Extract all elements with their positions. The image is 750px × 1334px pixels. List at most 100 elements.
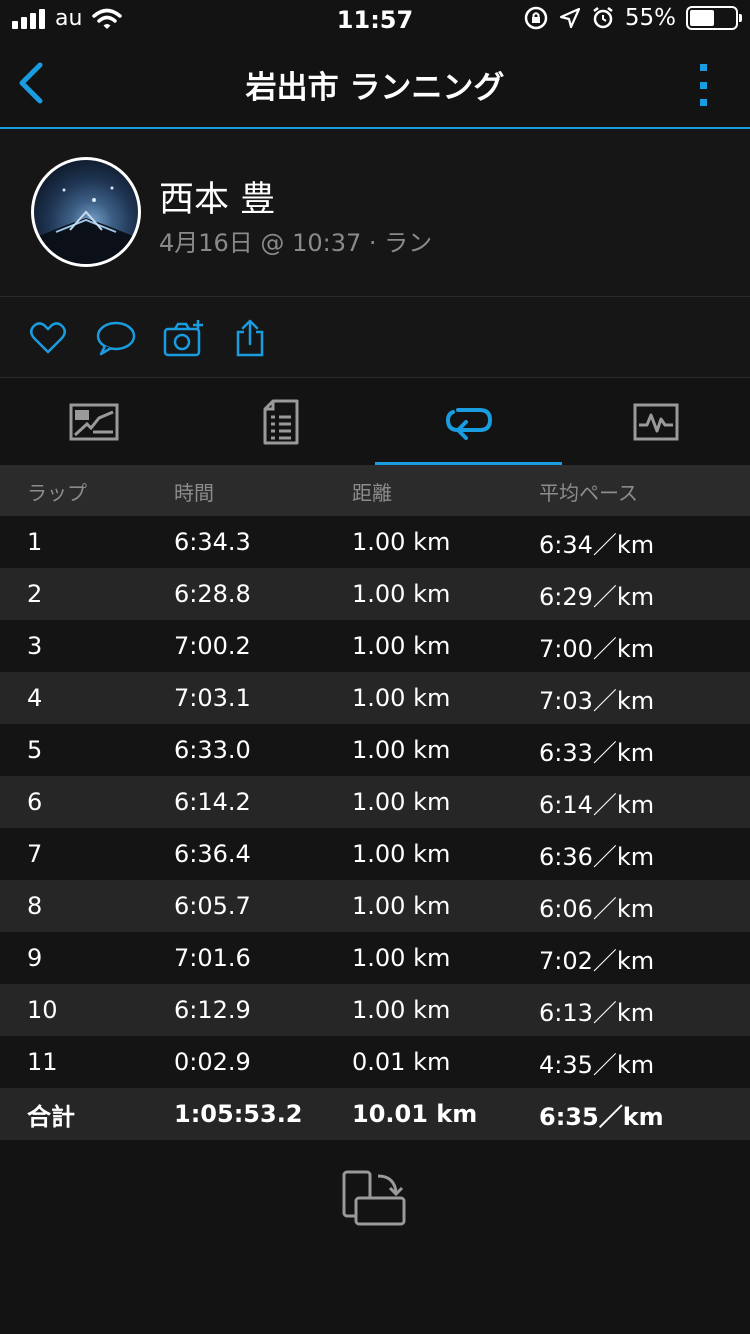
column-header-pace: 平均ペース <box>539 480 638 505</box>
lap-distance: 1.00 km <box>352 580 451 608</box>
table-row: 11 0:02.9 0.01 km 4:35／km <box>0 1036 750 1088</box>
more-dot-icon <box>699 99 707 106</box>
lap-distance: 1.00 km <box>352 944 451 972</box>
lap-pace: 6:29／km <box>539 582 655 611</box>
battery-icon <box>686 6 742 30</box>
lap-time: 6:34.3 <box>174 528 251 556</box>
activity-profile: 西本 豊 4月16日 @ 10:37 · ラン <box>0 129 750 297</box>
lap-pace: 6:14／km <box>539 790 655 819</box>
lap-distance: 1.00 km <box>352 684 451 712</box>
lap-time: 6:33.0 <box>174 736 251 764</box>
lap-number: 4 <box>27 684 43 712</box>
add-photo-button[interactable] <box>163 318 203 358</box>
lap-pace: 7:02／km <box>539 946 655 975</box>
status-bar: au 11:57 55% <box>0 0 750 40</box>
share-button[interactable] <box>230 318 270 358</box>
action-bar <box>0 298 750 378</box>
total-row: 合計 1:05:53.2 10.01 km 6:35／km <box>0 1088 750 1140</box>
lap-pace: 6:06／km <box>539 894 655 923</box>
table-row: 3 7:00.2 1.00 km 7:00／km <box>0 620 750 672</box>
lap-time: 7:00.2 <box>174 632 251 660</box>
table-row: 2 6:28.8 1.00 km 6:29／km <box>0 568 750 620</box>
comment-button[interactable] <box>95 318 136 358</box>
activity-tabs <box>0 378 750 466</box>
carrier-label: au <box>55 6 83 31</box>
total-distance: 10.01 km <box>352 1100 478 1128</box>
lap-pace: 6:13／km <box>539 998 655 1027</box>
lap-time: 6:14.2 <box>174 788 251 816</box>
laps-table: ラップ 時間 距離 平均ペース 1 6:34.3 1.00 km 6:34／km 2 6:… <box>0 466 750 1140</box>
avatar[interactable] <box>31 157 141 267</box>
laps-icon <box>445 408 492 440</box>
lap-pace: 6:36／km <box>539 842 655 871</box>
lap-distance: 1.00 km <box>352 996 451 1024</box>
total-pace: 6:35／km <box>539 1102 664 1131</box>
lap-time: 0:02.9 <box>174 1048 251 1076</box>
lap-distance: 1.00 km <box>352 632 451 660</box>
total-label: 合計 <box>27 1102 75 1131</box>
add-photo-icon <box>163 320 203 357</box>
active-tab-indicator <box>375 462 562 465</box>
lap-time: 6:28.8 <box>174 580 251 608</box>
heart-icon <box>30 322 66 354</box>
lap-number: 7 <box>27 840 43 868</box>
battery-percent: 55% <box>624 5 676 31</box>
lap-distance: 1.00 km <box>352 528 451 556</box>
column-header-time: 時間 <box>174 480 214 505</box>
share-icon <box>236 319 264 357</box>
orientation-lock-icon <box>524 6 548 30</box>
alarm-icon <box>593 7 613 29</box>
column-header-distance: 距離 <box>352 480 392 505</box>
activity-meta: 4月16日 @ 10:37 · ラン <box>159 229 433 257</box>
details-icon <box>263 399 298 445</box>
page-title: 岩出市 ランニング <box>245 70 505 106</box>
lap-time: 6:12.9 <box>174 996 251 1024</box>
lap-number: 2 <box>27 580 43 608</box>
table-row: 1 6:34.3 1.00 km 6:34／km <box>0 516 750 568</box>
lap-pace: 7:00／km <box>539 634 655 663</box>
table-header: ラップ 時間 距離 平均ペース <box>0 466 750 516</box>
tab-details[interactable] <box>187 378 374 466</box>
table-row: 7 6:36.4 1.00 km 6:36／km <box>0 828 750 880</box>
like-button[interactable] <box>28 318 68 358</box>
lap-distance: 1.00 km <box>352 840 451 868</box>
location-icon <box>559 7 580 29</box>
lap-number: 10 <box>27 996 58 1024</box>
rotate-screen-icon <box>342 1170 406 1226</box>
user-name: 西本 豊 <box>159 180 276 220</box>
lap-time: 7:03.1 <box>174 684 251 712</box>
total-time: 1:05:53.2 <box>174 1100 303 1128</box>
more-dot-icon <box>699 81 707 89</box>
lap-distance: 1.00 km <box>352 736 451 764</box>
rotate-screen-button[interactable] <box>340 1168 410 1232</box>
lap-pace: 4:35／km <box>539 1050 655 1079</box>
lap-number: 8 <box>27 892 43 920</box>
lap-pace: 6:34／km <box>539 530 655 559</box>
chart-icon <box>633 403 678 441</box>
nav-header: 岩出市 ランニング <box>0 40 750 128</box>
back-button[interactable] <box>12 58 52 108</box>
lap-number: 11 <box>27 1048 58 1076</box>
table-row: 4 7:03.1 1.00 km 7:03／km <box>0 672 750 724</box>
chevron-left-icon <box>19 62 43 104</box>
table-row: 6 6:14.2 1.00 km 6:14／km <box>0 776 750 828</box>
wifi-icon <box>92 8 123 29</box>
lap-distance: 1.00 km <box>352 788 451 816</box>
lap-time: 7:01.6 <box>174 944 251 972</box>
tab-laps[interactable] <box>375 378 562 466</box>
tab-map[interactable] <box>0 378 187 466</box>
lap-distance: 0.01 km <box>352 1048 451 1076</box>
column-header-lap: ラップ <box>27 480 87 505</box>
more-dot-icon <box>699 64 707 71</box>
lap-time: 6:05.7 <box>174 892 251 920</box>
table-row: 8 6:05.7 1.00 km 6:06／km <box>0 880 750 932</box>
lap-pace: 7:03／km <box>539 686 655 715</box>
more-options-button[interactable] <box>696 64 710 106</box>
map-icon <box>69 403 118 441</box>
lap-time: 6:36.4 <box>174 840 251 868</box>
lap-number: 3 <box>27 632 43 660</box>
lap-number: 5 <box>27 736 43 764</box>
lap-number: 9 <box>27 944 43 972</box>
tab-charts[interactable] <box>562 378 749 466</box>
table-row: 9 7:01.6 1.00 km 7:02／km <box>0 932 750 984</box>
